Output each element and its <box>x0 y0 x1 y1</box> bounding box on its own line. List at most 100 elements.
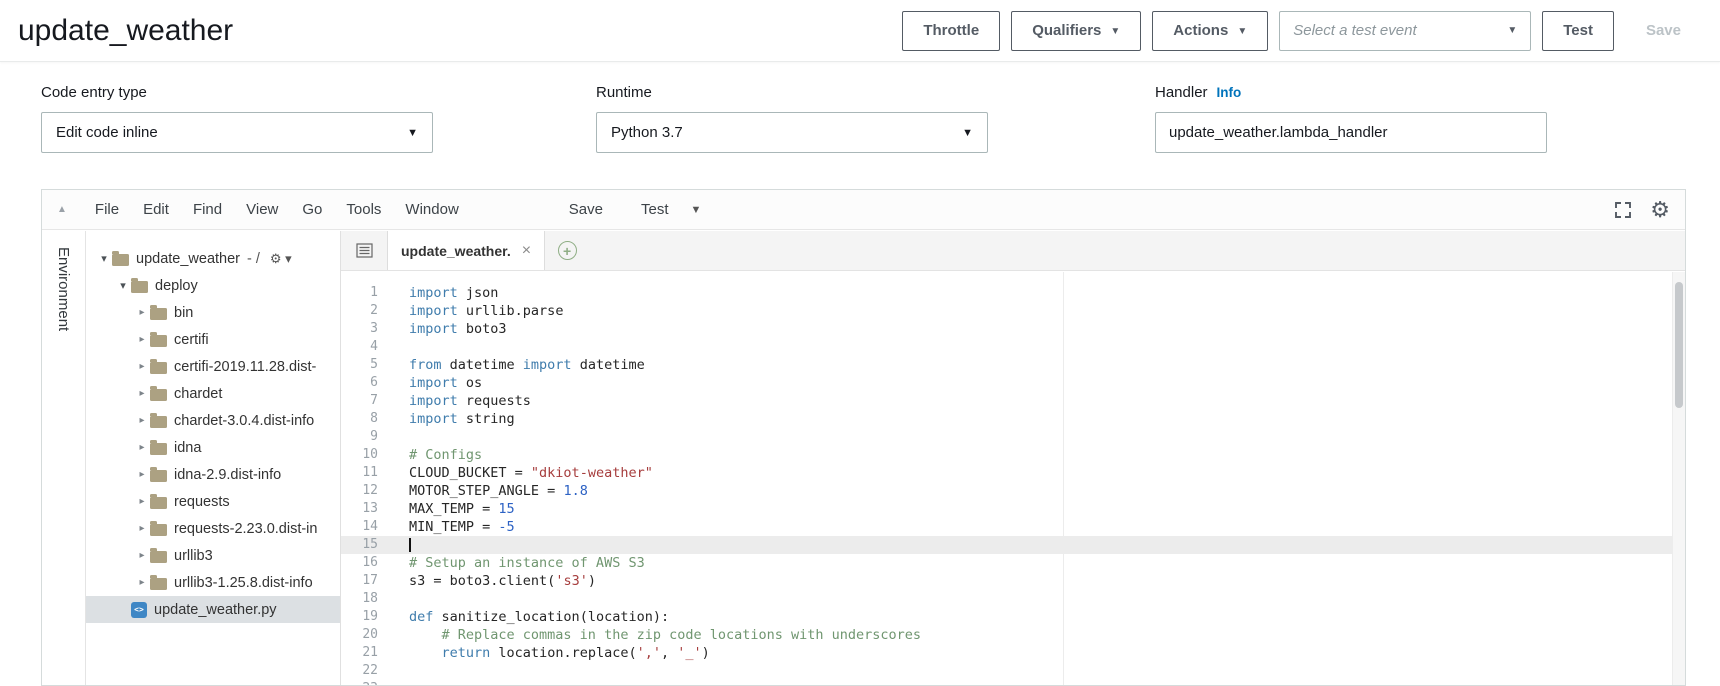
tree-item-label: update_weather.py <box>154 602 277 618</box>
tree-item-chardet-3-0-4-dist-info[interactable]: ▸chardet-3.0.4.dist-info <box>86 407 340 434</box>
tree-item-idna-2-9-dist-info[interactable]: ▸idna-2.9.dist-info <box>86 461 340 488</box>
code-line-2[interactable]: 2import urllib.parse <box>341 302 1672 320</box>
tree-item-certifi[interactable]: ▸ certifi <box>86 326 340 353</box>
environment-tab[interactable]: Environment <box>55 247 72 331</box>
fullscreen-expand-icon[interactable] <box>1613 200 1633 220</box>
tab-list-icon[interactable] <box>341 231 387 270</box>
qualifiers-button[interactable]: Qualifiers ▼ <box>1011 11 1141 51</box>
test-button[interactable]: Test <box>1542 11 1614 51</box>
code-line-19[interactable]: 19def sanitize_location(location): <box>341 608 1672 626</box>
tree-item-label: bin <box>174 305 193 321</box>
menu-edit[interactable]: Edit <box>131 201 181 218</box>
line-number: 18 <box>341 590 391 608</box>
menu-save-button[interactable]: Save <box>557 201 615 218</box>
line-number: 4 <box>341 338 391 356</box>
tree-item-urllib3[interactable]: ▸ urllib3 <box>86 542 340 569</box>
code-line-12[interactable]: 12MOTOR_STEP_ANGLE = 1.8 <box>341 482 1672 500</box>
tree-item-label: chardet <box>174 386 222 402</box>
code-text <box>391 428 1672 446</box>
caret-right-icon: ▸ <box>134 550 150 561</box>
code-line-7[interactable]: 7import requests <box>341 392 1672 410</box>
code-text: import boto3 <box>391 320 1672 338</box>
code-text: # Setup an instance of AWS S3 <box>391 554 1672 572</box>
folder-icon <box>112 254 129 266</box>
menu-go[interactable]: Go <box>290 201 334 218</box>
new-tab-button[interactable]: + <box>545 231 589 270</box>
line-number: 15 <box>341 536 391 554</box>
tree-item-requests-2-23-0-dist-in[interactable]: ▸requests-2.23.0.dist-in <box>86 515 340 542</box>
code-line-5[interactable]: 5from datetime import datetime <box>341 356 1672 374</box>
tree-item-idna[interactable]: ▸idna <box>86 434 340 461</box>
plus-circle-icon: + <box>558 241 577 260</box>
code-line-22[interactable]: 22 <box>341 662 1672 680</box>
tab-close-icon[interactable]: × <box>522 243 531 259</box>
actions-button[interactable]: Actions ▼ <box>1152 11 1268 51</box>
menu-test-button[interactable]: Test <box>629 201 681 218</box>
editor-settings-gear-icon[interactable]: ⚙ <box>1650 199 1670 221</box>
folder-icon <box>150 551 167 563</box>
code-line-23[interactable]: 23 <box>341 680 1672 685</box>
code-entry-type-select[interactable]: Edit code inline ▼ <box>41 112 433 153</box>
code-line-6[interactable]: 6import os <box>341 374 1672 392</box>
code-line-13[interactable]: 13MAX_TEMP = 15 <box>341 500 1672 518</box>
menu-tools[interactable]: Tools <box>334 201 393 218</box>
test-event-select[interactable]: Select a test event ▼ <box>1279 11 1531 51</box>
tree-item-update-weather-py[interactable]: <>update_weather.py <box>86 596 340 623</box>
tab-update-weather-py[interactable]: update_weather. × <box>387 231 545 270</box>
tree-item-label: certifi <box>174 332 209 348</box>
folder-icon <box>150 389 167 401</box>
code-line-10[interactable]: 10# Configs <box>341 446 1672 464</box>
menu-window[interactable]: Window <box>393 201 470 218</box>
throttle-button[interactable]: Throttle <box>902 11 1000 51</box>
tree-item-urllib3-1-25-8-dist-info[interactable]: ▸urllib3-1.25.8.dist-info <box>86 569 340 596</box>
code-line-16[interactable]: 16# Setup an instance of AWS S3 <box>341 554 1672 572</box>
scrollbar-thumb[interactable] <box>1675 282 1683 408</box>
tree-item-deploy[interactable]: ▾deploy <box>86 272 340 299</box>
editor-vertical-scrollbar[interactable] <box>1672 272 1685 685</box>
menu-file[interactable]: File <box>83 201 131 218</box>
tree-item-certifi-2019-11-28-dist-[interactable]: ▸certifi-2019.11.28.dist- <box>86 353 340 380</box>
test-dropdown-caret-icon[interactable]: ▼ <box>691 204 702 216</box>
environment-settings-gear-icon[interactable]: ⚙ ▾ <box>270 251 292 267</box>
tree-item-bin[interactable]: ▸bin <box>86 299 340 326</box>
code-text <box>391 680 1672 685</box>
code-line-9[interactable]: 9 <box>341 428 1672 446</box>
caret-down-icon: ▾ <box>96 252 112 265</box>
code-line-20[interactable]: 20 # Replace commas in the zip code loca… <box>341 626 1672 644</box>
code-line-3[interactable]: 3import boto3 <box>341 320 1672 338</box>
code-line-11[interactable]: 11CLOUD_BUCKET = "dkiot-weather" <box>341 464 1672 482</box>
code-line-17[interactable]: 17s3 = boto3.client('s3') <box>341 572 1672 590</box>
editor-menu-right-icons: ⚙ <box>1613 199 1670 221</box>
handler-field: Handler Info <box>1155 84 1547 153</box>
line-number: 13 <box>341 500 391 518</box>
tree-item-label: urllib3 <box>174 548 213 564</box>
tree-item-update-weather[interactable]: ▾update_weather- /⚙ ▾ <box>86 245 340 272</box>
caret-right-icon: ▸ <box>134 334 150 345</box>
menu-view[interactable]: View <box>234 201 290 218</box>
line-number: 20 <box>341 626 391 644</box>
tree-root-path-suffix: - / <box>247 251 260 267</box>
code-text: CLOUD_BUCKET = "dkiot-weather" <box>391 464 1672 482</box>
line-number: 17 <box>341 572 391 590</box>
tree-item-chardet[interactable]: ▸chardet <box>86 380 340 407</box>
code-text: # Replace commas in the zip code locatio… <box>391 626 1672 644</box>
code-line-15[interactable]: 15 <box>341 536 1672 554</box>
handler-input[interactable] <box>1155 112 1547 153</box>
line-number: 12 <box>341 482 391 500</box>
code-text: MOTOR_STEP_ANGLE = 1.8 <box>391 482 1672 500</box>
code-line-21[interactable]: 21 return location.replace(',', '_') <box>341 644 1672 662</box>
code-lines[interactable]: 1import json2import urllib.parse3import … <box>341 272 1672 685</box>
code-line-4[interactable]: 4 <box>341 338 1672 356</box>
collapse-menu-arrow-icon[interactable]: ▲ <box>57 204 67 215</box>
code-line-8[interactable]: 8import string <box>341 410 1672 428</box>
tree-item-requests[interactable]: ▸requests <box>86 488 340 515</box>
code-text: import urllib.parse <box>391 302 1672 320</box>
menu-find[interactable]: Find <box>181 201 234 218</box>
code-line-14[interactable]: 14MIN_TEMP = -5 <box>341 518 1672 536</box>
text-cursor <box>409 538 411 552</box>
handler-info-link[interactable]: Info <box>1217 85 1242 100</box>
runtime-select[interactable]: Python 3.7 ▼ <box>596 112 988 153</box>
save-button[interactable]: Save <box>1625 11 1702 51</box>
code-line-18[interactable]: 18 <box>341 590 1672 608</box>
code-line-1[interactable]: 1import json <box>341 284 1672 302</box>
